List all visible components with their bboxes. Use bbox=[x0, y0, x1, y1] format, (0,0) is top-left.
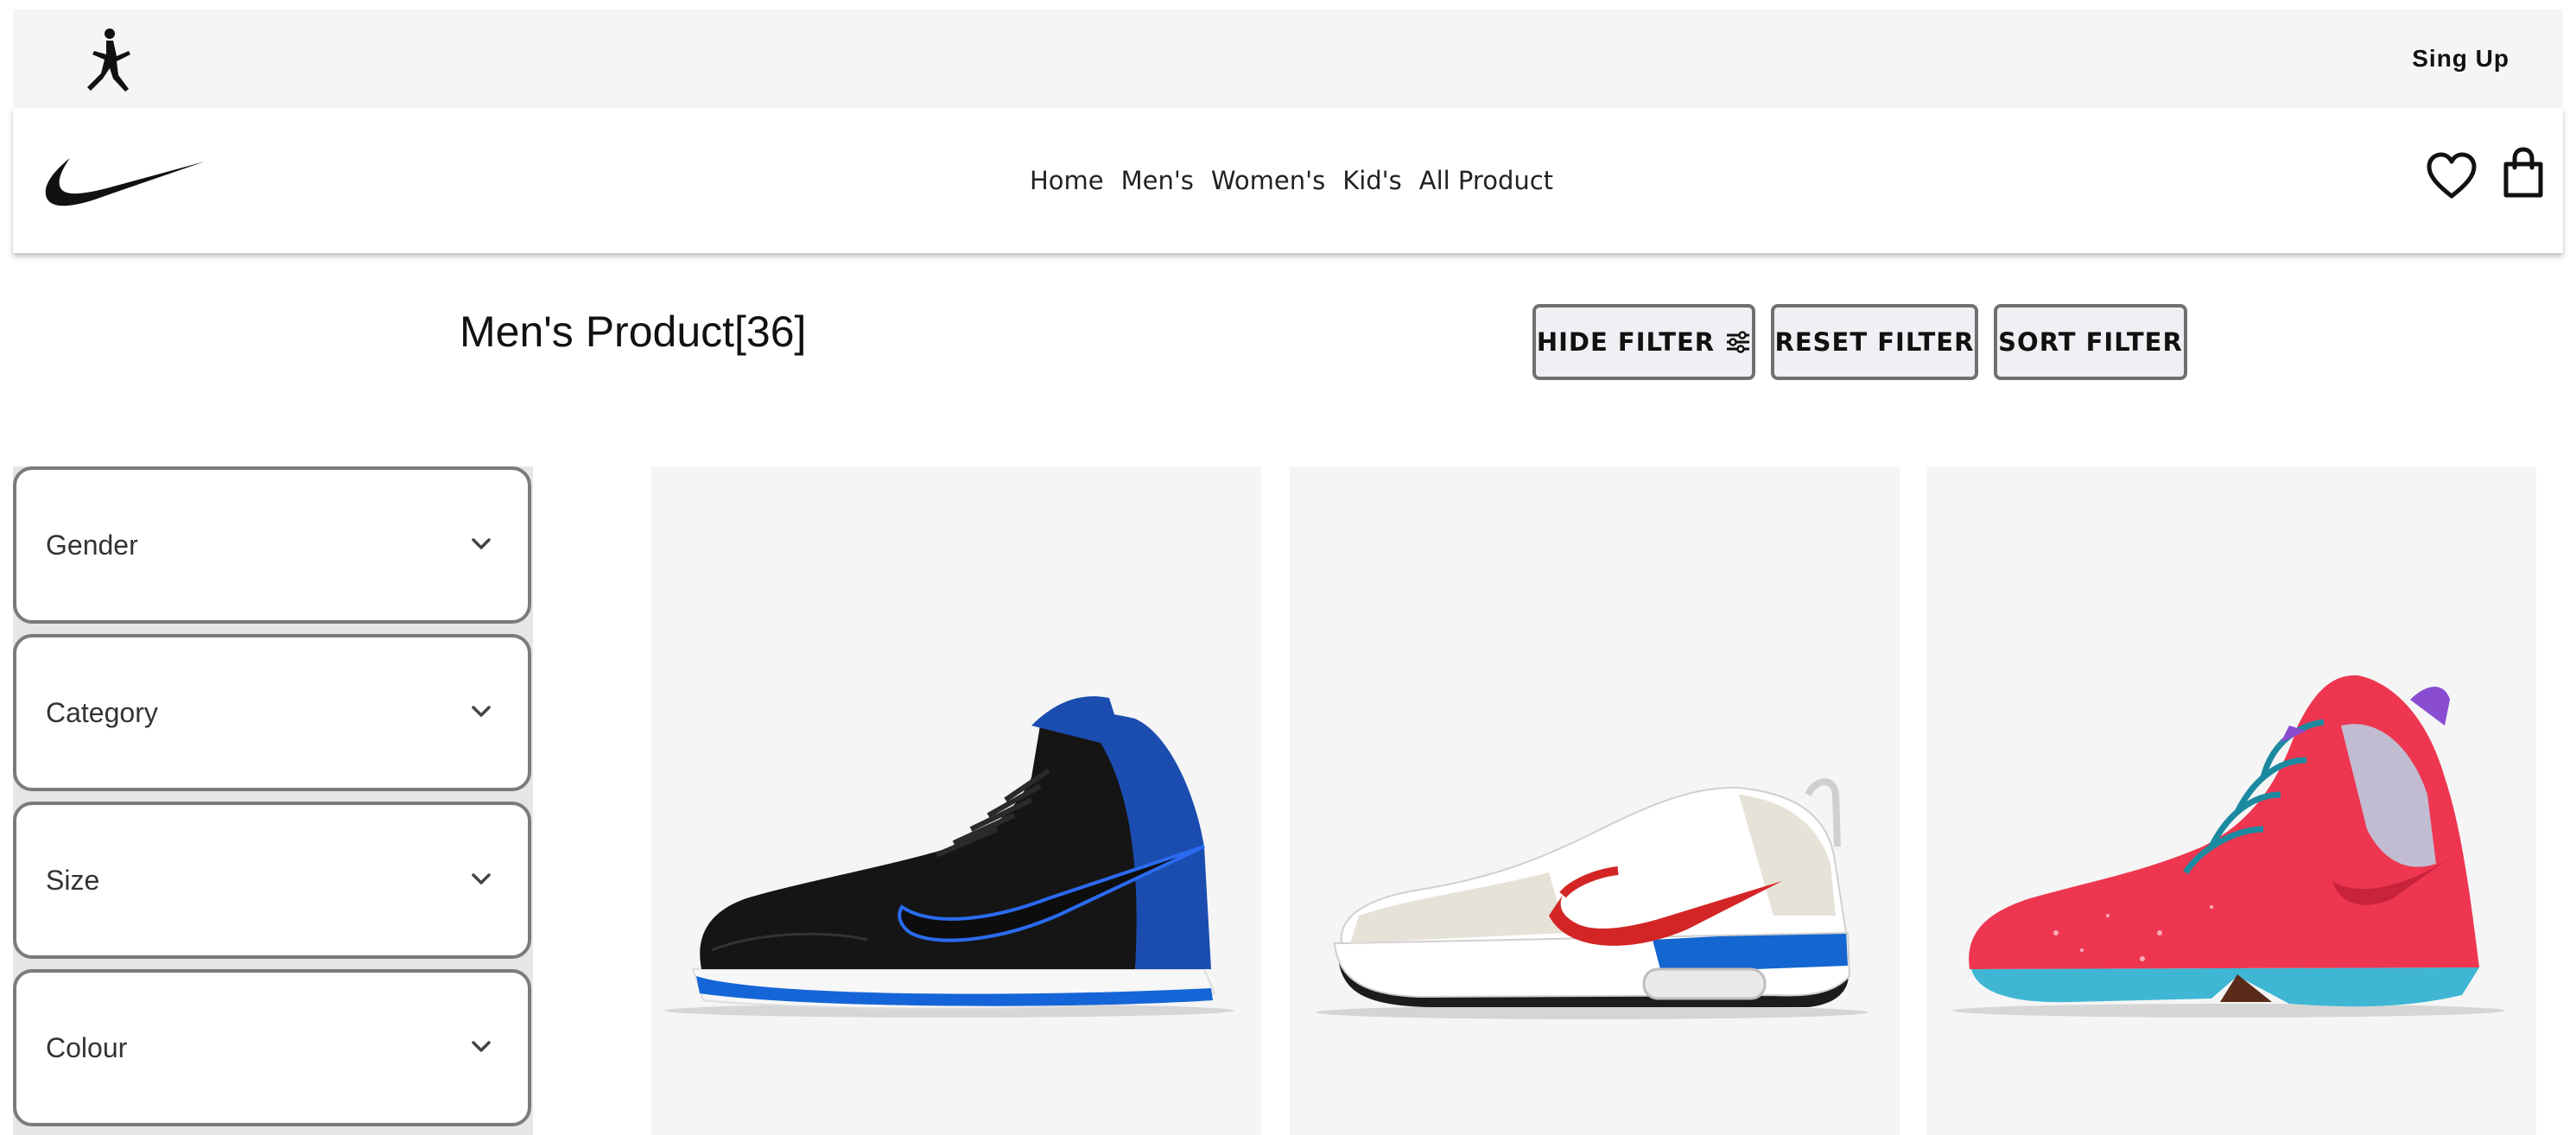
hide-filter-label: HIDE FILTER bbox=[1536, 327, 1716, 357]
nav-links: Home Men's Women's Kid's All Product bbox=[13, 108, 2563, 253]
sliders-icon bbox=[1727, 331, 1750, 353]
product-card-3[interactable] bbox=[1926, 466, 2536, 1135]
filter-category[interactable]: Category bbox=[13, 634, 531, 791]
nav-all-product[interactable]: All Product bbox=[1419, 166, 1553, 195]
nav-home[interactable]: Home bbox=[1030, 166, 1104, 195]
page-title: Men's Product[36] bbox=[460, 308, 807, 356]
product-image-3 bbox=[1952, 675, 2505, 1018]
filter-sidebar: Gender Category Size Colour bbox=[13, 466, 533, 1135]
product-card-1[interactable] bbox=[651, 466, 1261, 1135]
sort-filter-button[interactable]: SORT FILTER bbox=[1994, 304, 2187, 380]
nav-kids[interactable]: Kid's bbox=[1342, 166, 1402, 195]
nav-mens[interactable]: Men's bbox=[1121, 166, 1194, 195]
filter-colour-label: Colour bbox=[46, 1032, 128, 1063]
nav-womens[interactable]: Women's bbox=[1211, 166, 1325, 195]
filter-size[interactable]: Size bbox=[13, 802, 531, 959]
product-image-1 bbox=[664, 696, 1234, 1018]
heart-icon[interactable] bbox=[2426, 151, 2478, 200]
chevron-down-icon bbox=[472, 538, 491, 549]
filter-colour[interactable]: Colour bbox=[13, 969, 531, 1126]
hide-filter-button[interactable]: HIDE FILTER bbox=[1532, 304, 1755, 380]
main-navbar: Home Men's Women's Kid's All Product bbox=[13, 108, 2563, 253]
product-image-2 bbox=[1316, 778, 1869, 1019]
chevron-down-icon bbox=[472, 706, 491, 717]
jumpman-logo[interactable] bbox=[68, 25, 151, 94]
filter-gender[interactable]: Gender bbox=[13, 466, 531, 624]
filter-category-label: Category bbox=[46, 697, 158, 728]
reset-filter-button[interactable]: RESET FILTER bbox=[1771, 304, 1978, 380]
signup-link[interactable]: Sing Up bbox=[2412, 10, 2509, 108]
shopping-bag-icon[interactable] bbox=[2501, 147, 2546, 199]
utility-bar: Sing Up bbox=[13, 10, 2563, 108]
chevron-down-icon bbox=[472, 1041, 491, 1052]
product-card-2[interactable] bbox=[1290, 466, 1900, 1135]
chevron-down-icon bbox=[472, 873, 491, 885]
filter-size-label: Size bbox=[46, 865, 100, 896]
filter-gender-label: Gender bbox=[46, 529, 138, 561]
